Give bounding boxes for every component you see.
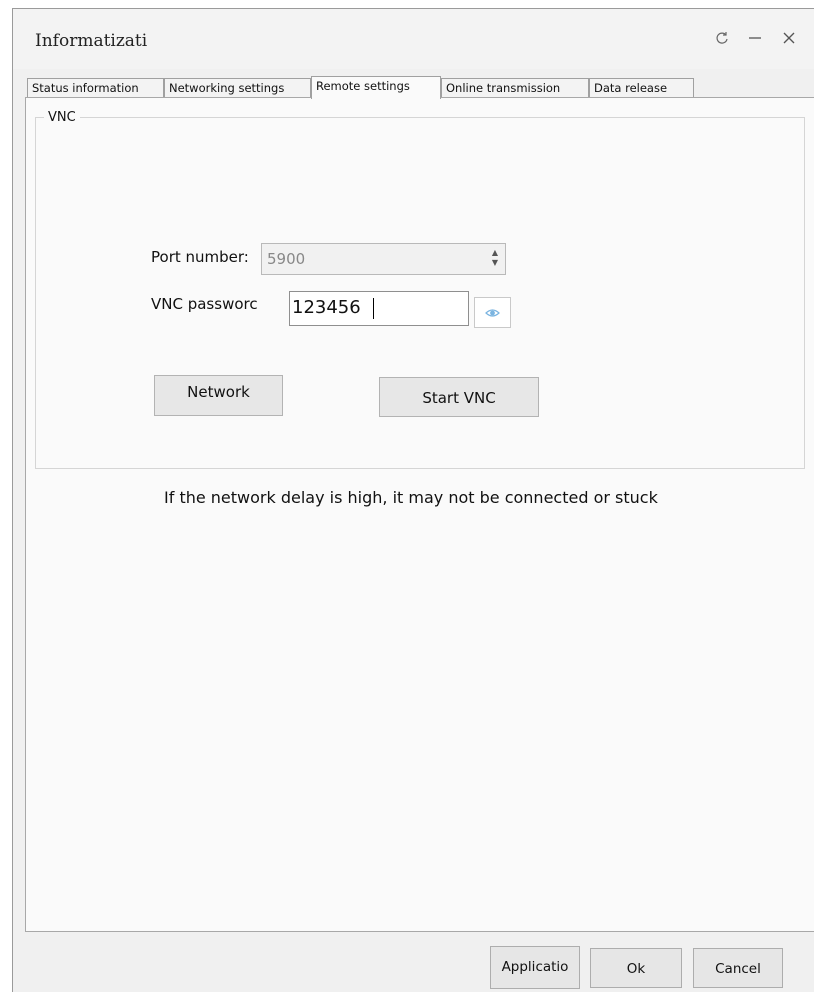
cancel-button[interactable]: Cancel [693, 948, 783, 988]
vnc-password-field[interactable]: 123456 [289, 291, 469, 326]
port-number-spinbox[interactable]: 5900 ▲ ▼ [261, 243, 506, 275]
minimize-icon[interactable] [741, 23, 769, 51]
network-delay-note: If the network delay is high, it may not… [164, 488, 658, 507]
text-caret [373, 298, 374, 319]
spin-up-icon[interactable]: ▲ [489, 248, 501, 258]
spin-down-icon[interactable]: ▼ [489, 258, 501, 268]
start-vnc-button[interactable]: Start VNC [379, 377, 539, 417]
settings-dialog: Informatizati Status information Network… [12, 8, 814, 992]
network-button[interactable]: Network [154, 375, 283, 416]
ok-button[interactable]: Ok [590, 948, 682, 988]
tab-status-information[interactable]: Status information [27, 78, 164, 97]
remote-settings-panel: VNC Port number: 5900 ▲ ▼ VNC passworc 1… [25, 97, 814, 932]
close-icon[interactable] [775, 23, 803, 51]
tab-data-release[interactable]: Data release [589, 78, 694, 97]
tab-networking-settings[interactable]: Networking settings [164, 78, 311, 97]
tab-online-transmission[interactable]: Online transmission [441, 78, 589, 97]
show-password-button[interactable] [474, 297, 511, 328]
spin-buttons[interactable]: ▲ ▼ [489, 248, 501, 270]
vnc-password-label: VNC passworc [151, 295, 258, 313]
eye-icon [485, 309, 500, 317]
title-bar: Informatizati [13, 9, 814, 69]
port-number-label: Port number: [151, 248, 249, 266]
port-number-value: 5900 [267, 250, 306, 268]
vnc-group-label: VNC [44, 110, 80, 125]
vnc-password-value: 123456 [292, 297, 361, 318]
window-title: Informatizati [35, 31, 148, 51]
refresh-icon[interactable] [708, 23, 736, 51]
apply-button[interactable]: Applicatio [490, 946, 580, 989]
tab-remote-settings[interactable]: Remote settings [311, 76, 441, 99]
